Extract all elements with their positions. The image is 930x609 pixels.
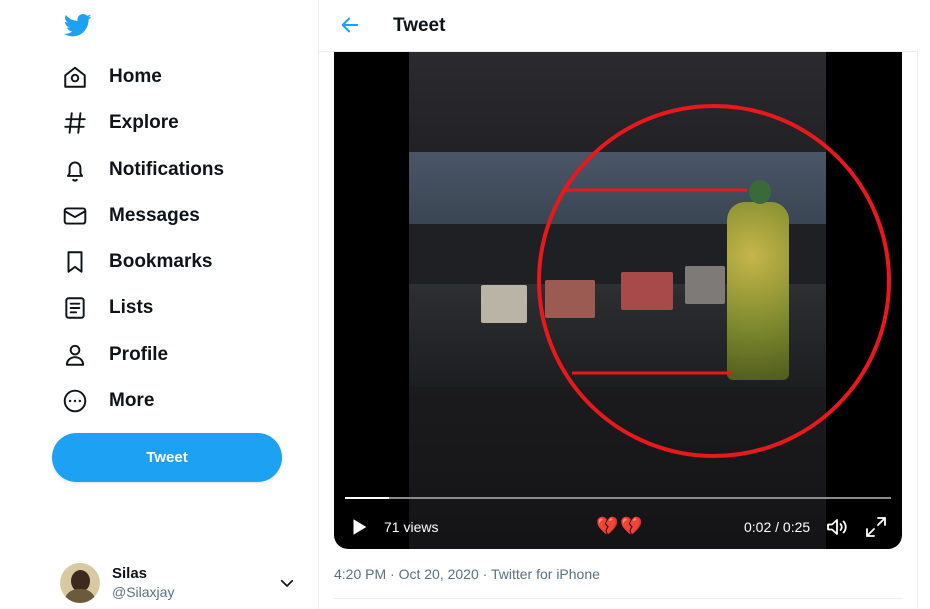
fullscreen-icon[interactable] <box>864 515 888 539</box>
chevron-down-icon <box>280 579 294 587</box>
hashtag-icon <box>60 108 90 138</box>
avatar <box>60 563 100 603</box>
play-icon[interactable] <box>348 515 370 539</box>
sidebar-item-label: Home <box>109 66 162 87</box>
home-icon <box>60 62 90 92</box>
broken-heart-emoji: 💔💔 <box>596 516 645 536</box>
account-handle: @Silaxjay <box>112 584 175 600</box>
video-time: 0:02 / 0:25 <box>744 519 811 535</box>
sidebar-item-label: Messages <box>109 205 200 226</box>
page-header: Tweet <box>319 0 918 52</box>
sidebar-item-bookmarks[interactable]: Bookmarks <box>56 242 213 282</box>
sidebar-item-more[interactable]: More <box>56 381 154 421</box>
tweet-time[interactable]: 4:20 PM <box>334 566 386 582</box>
video-progress-fill <box>345 497 389 499</box>
twitter-bird-icon[interactable] <box>62 11 94 39</box>
sidebar-item-home[interactable]: Home <box>56 57 162 97</box>
list-icon <box>60 293 90 323</box>
more-circle-icon <box>60 386 90 416</box>
red-circle-annotation <box>537 104 891 458</box>
sidebar-item-label: Lists <box>109 297 154 318</box>
meta-separator: · <box>390 566 395 582</box>
sidebar-item-label: Notifications <box>109 159 225 180</box>
main-column: Tweet 71 views 💔💔 0:02 / 0:25 4:20 PM · … <box>318 0 918 609</box>
video-player[interactable]: 71 views 💔💔 0:02 / 0:25 <box>334 52 902 549</box>
video-progress-bar[interactable] <box>345 497 891 499</box>
meta-separator: · <box>482 566 488 582</box>
sidebar-item-label: Explore <box>109 112 179 133</box>
sidebar-item-explore[interactable]: Explore <box>56 103 179 143</box>
tweet-metadata: 4:20 PM · Oct 20, 2020 · Twitter for iPh… <box>334 566 600 582</box>
tweet-date[interactable]: Oct 20, 2020 <box>399 566 479 582</box>
arrow-left-icon <box>341 17 359 33</box>
account-switcher[interactable]: Silas @Silaxjay <box>60 561 304 605</box>
sidebar-item-label: Profile <box>109 344 169 365</box>
volume-icon[interactable] <box>824 515 850 539</box>
sidebar-item-messages[interactable]: Messages <box>56 196 200 236</box>
person-icon <box>60 340 90 370</box>
sidebar-item-notifications[interactable]: Notifications <box>56 150 224 190</box>
tweet-source[interactable]: Twitter for iPhone <box>491 566 600 582</box>
page-title: Tweet <box>393 15 446 36</box>
envelope-icon <box>60 201 90 231</box>
back-button[interactable] <box>337 12 363 38</box>
sidebar-item-label: Bookmarks <box>109 251 213 272</box>
view-count: 71 views <box>384 519 439 535</box>
bookmark-icon <box>60 247 90 277</box>
sidebar-item-lists[interactable]: Lists <box>56 288 153 328</box>
sidebar-item-label: More <box>109 390 155 411</box>
video-controls: 71 views 💔💔 0:02 / 0:25 <box>334 507 902 549</box>
account-name: Silas <box>112 565 148 582</box>
sidebar-item-profile[interactable]: Profile <box>56 335 168 375</box>
divider <box>334 598 903 599</box>
tweet-button[interactable]: Tweet <box>52 433 282 482</box>
bell-icon <box>60 155 90 185</box>
sidebar: Home Explore Notifications Messages Book… <box>0 0 318 609</box>
